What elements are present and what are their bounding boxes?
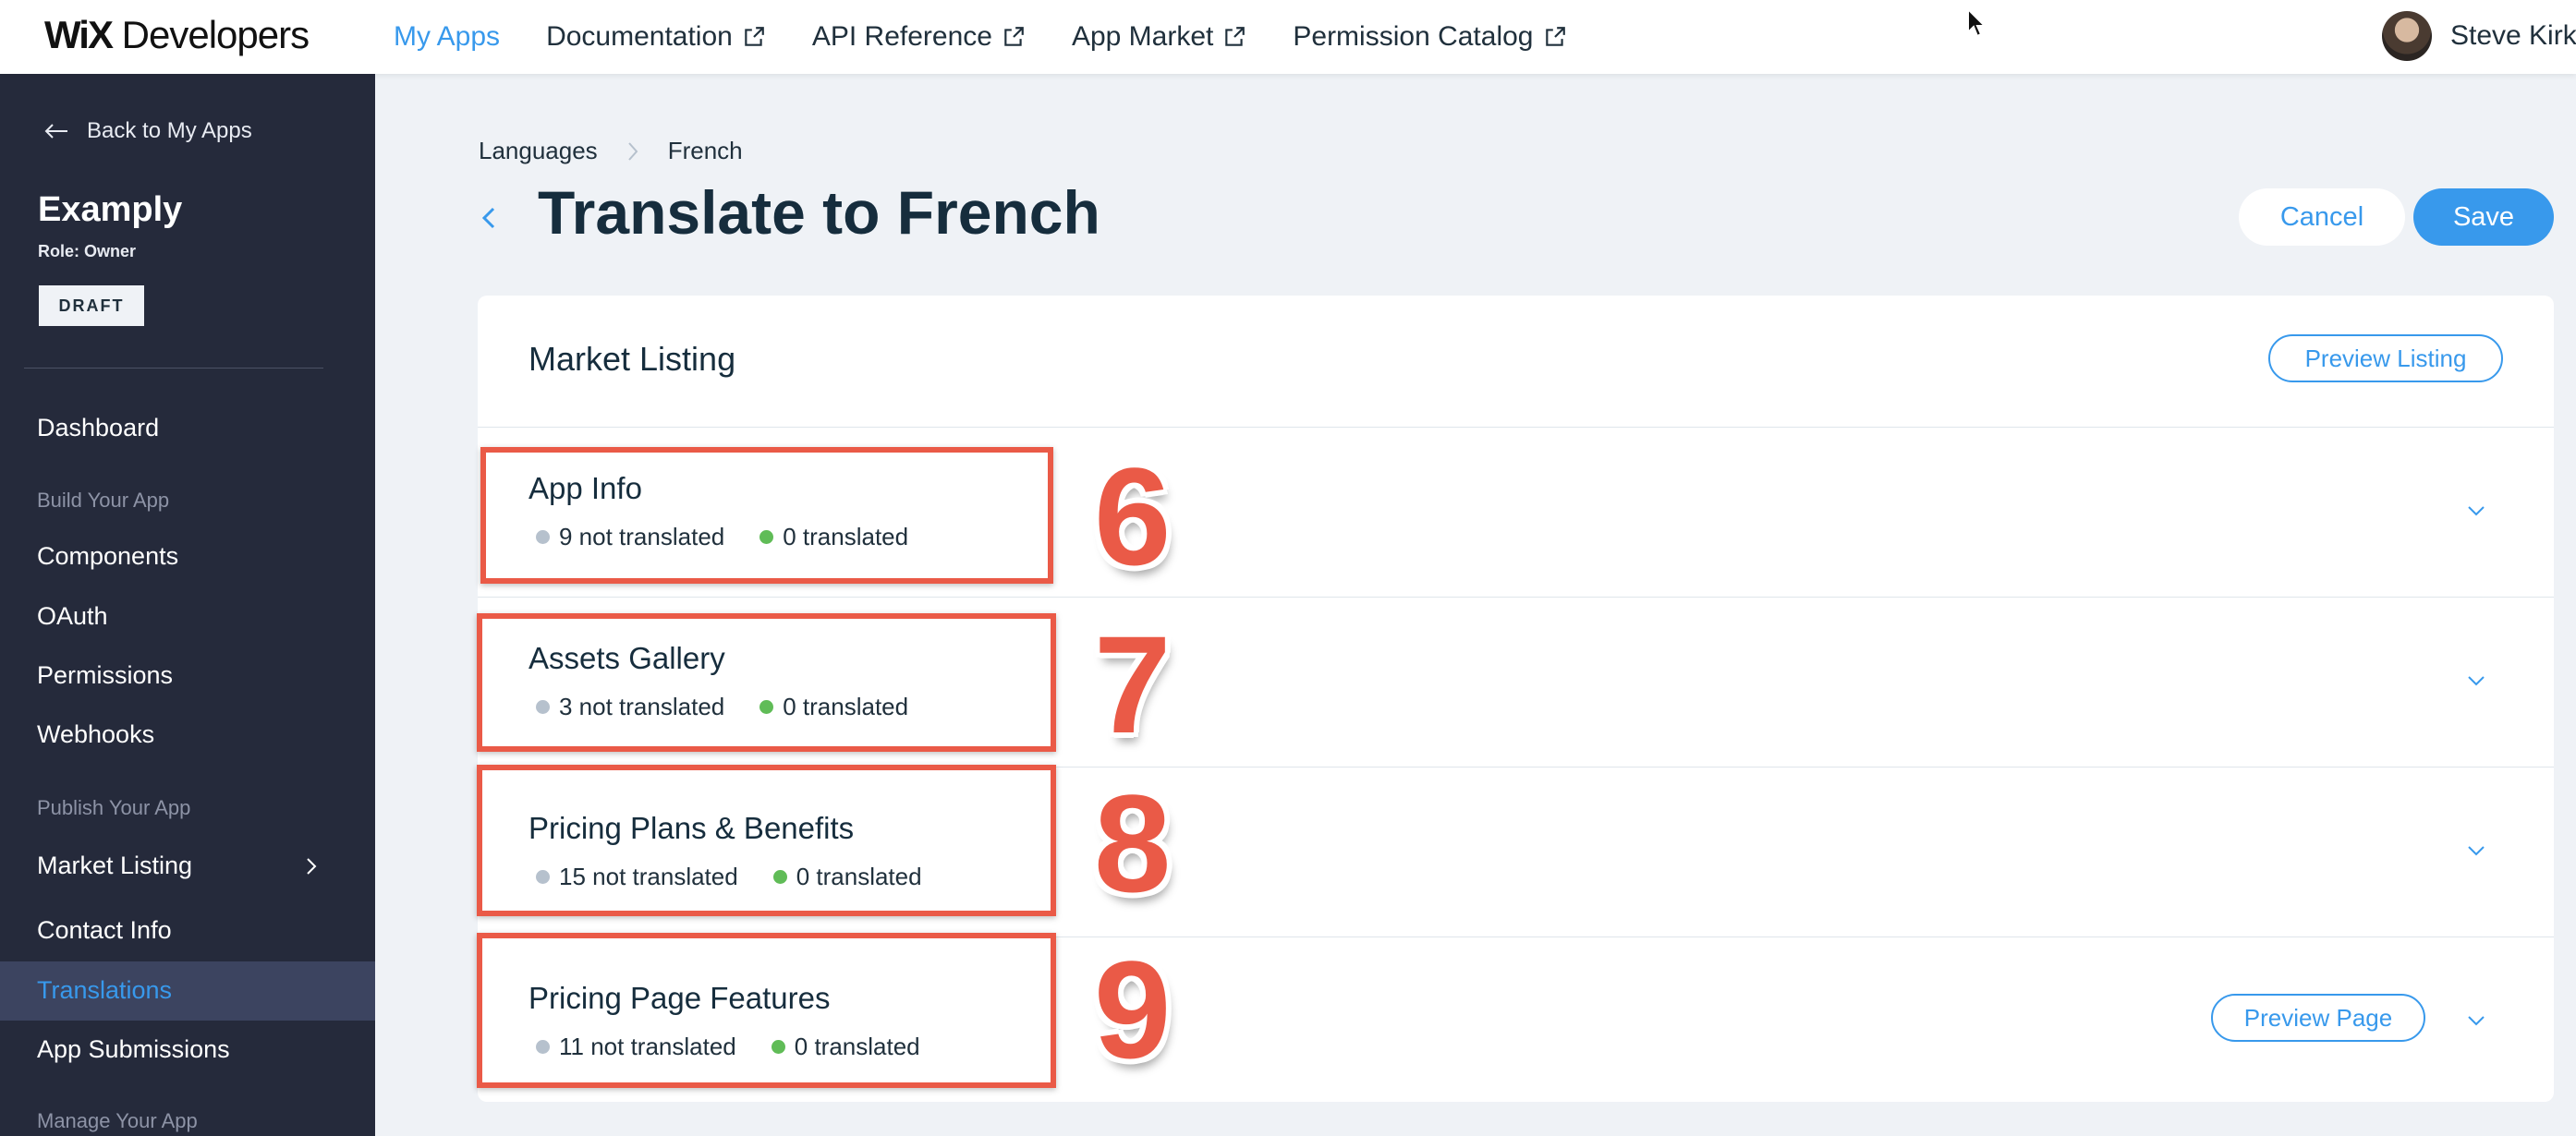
chevron-down-icon[interactable] bbox=[2466, 844, 2486, 857]
user-menu[interactable]: Steve Kirk bbox=[2382, 11, 2576, 61]
user-name: Steve Kirk bbox=[2450, 20, 2576, 51]
sidebar: Back to My Apps Examply Role: Owner DRAF… bbox=[0, 74, 375, 1136]
status-badge: DRAFT bbox=[39, 285, 144, 326]
app-role: Role: Owner bbox=[38, 242, 137, 260]
card-header: Market Listing Preview Listing bbox=[478, 296, 2554, 428]
preview-page-button[interactable]: Preview Page bbox=[2211, 994, 2425, 1042]
chevron-down-icon[interactable] bbox=[2466, 674, 2486, 687]
annotation-box bbox=[477, 933, 1056, 1088]
sidebar-section-publish: Publish Your App bbox=[37, 796, 191, 819]
nav-api-reference[interactable]: API Reference bbox=[812, 21, 1026, 53]
sidebar-section-build: Build Your App bbox=[37, 489, 170, 512]
nav-documentation[interactable]: Documentation bbox=[546, 21, 766, 53]
card-title: Market Listing bbox=[529, 340, 736, 378]
sidebar-item-permissions[interactable]: Permissions bbox=[37, 661, 173, 690]
top-nav: My Apps Documentation API Reference App … bbox=[394, 0, 1567, 74]
mouse-cursor-icon bbox=[1967, 7, 1987, 38]
sidebar-item-market-listing[interactable]: Market Listing bbox=[37, 852, 192, 880]
chevron-down-icon[interactable] bbox=[2466, 1014, 2486, 1027]
breadcrumb-french: French bbox=[667, 137, 743, 164]
annotation-number: 6 bbox=[1094, 439, 1172, 594]
sidebar-item-oauth[interactable]: OAuth bbox=[37, 602, 108, 631]
annotation-number: 9 bbox=[1094, 932, 1172, 1087]
external-link-icon bbox=[742, 25, 766, 49]
page-title: Translate to French bbox=[538, 178, 1100, 247]
breadcrumb: Languages French bbox=[479, 137, 743, 165]
sidebar-item-webhooks[interactable]: Webhooks bbox=[37, 720, 154, 749]
sidebar-section-manage: Manage Your App bbox=[37, 1109, 198, 1132]
nav-my-apps[interactable]: My Apps bbox=[394, 21, 500, 53]
back-to-my-apps-link[interactable]: Back to My Apps bbox=[44, 118, 252, 144]
sidebar-item-dashboard[interactable]: Dashboard bbox=[37, 414, 159, 442]
breadcrumb-languages[interactable]: Languages bbox=[479, 137, 598, 165]
sidebar-item-app-submissions[interactable]: App Submissions bbox=[37, 1035, 230, 1064]
cancel-button[interactable]: Cancel bbox=[2239, 188, 2405, 246]
save-button[interactable]: Save bbox=[2413, 188, 2554, 246]
sidebar-item-translations[interactable]: Translations bbox=[37, 976, 172, 1005]
arrow-left-icon bbox=[44, 124, 67, 139]
sidebar-item-contact-info[interactable]: Contact Info bbox=[37, 916, 172, 945]
app-name: Examply bbox=[38, 190, 183, 229]
annotation-number: 8 bbox=[1094, 766, 1172, 921]
wix-developers-logo[interactable]: WiX Developers bbox=[44, 9, 310, 61]
external-link-icon bbox=[1222, 25, 1246, 49]
avatar[interactable] bbox=[2382, 11, 2432, 61]
nav-permission-catalog[interactable]: Permission Catalog bbox=[1293, 21, 1566, 53]
annotation-number: 7 bbox=[1094, 607, 1172, 762]
sidebar-item-components[interactable]: Components bbox=[37, 542, 178, 571]
back-label: Back to My Apps bbox=[87, 118, 252, 143]
sidebar-divider bbox=[24, 368, 323, 369]
annotation-box bbox=[477, 765, 1056, 916]
annotation-box bbox=[477, 613, 1056, 752]
chevron-right-icon bbox=[626, 140, 640, 163]
chevron-down-icon[interactable] bbox=[2466, 504, 2486, 517]
external-link-icon bbox=[1002, 25, 1026, 49]
nav-app-market[interactable]: App Market bbox=[1072, 21, 1246, 53]
top-bar: WiX Developers My Apps Documentation API… bbox=[0, 0, 2576, 74]
external-link-icon bbox=[1543, 25, 1567, 49]
preview-listing-button[interactable]: Preview Listing bbox=[2268, 334, 2503, 382]
chevron-right-icon bbox=[307, 858, 317, 875]
annotation-box bbox=[480, 447, 1053, 584]
back-chevron-icon[interactable] bbox=[479, 203, 499, 233]
